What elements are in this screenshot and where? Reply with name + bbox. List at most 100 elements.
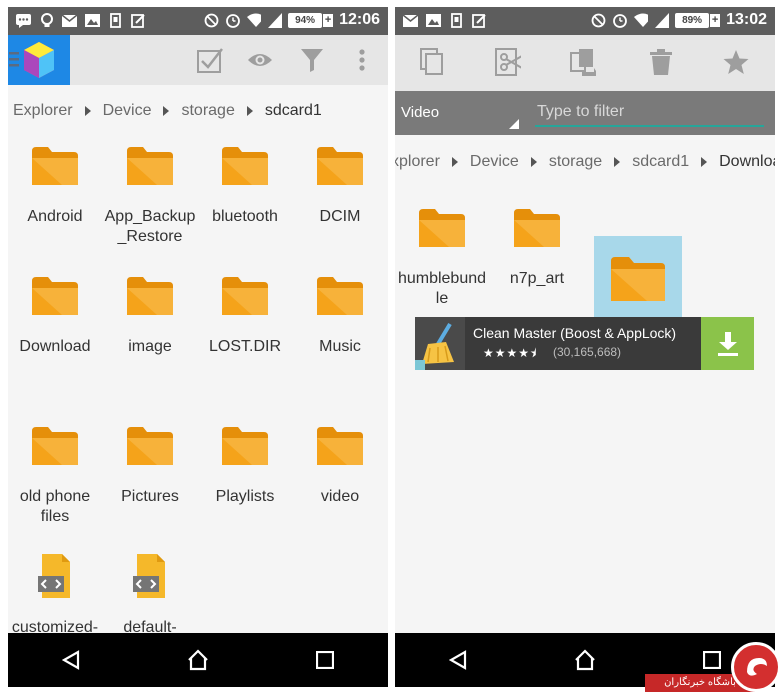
folder-item[interactable]: n7p_art xyxy=(490,209,584,287)
code-file-item[interactable]: default- xyxy=(103,554,197,636)
mail-icon xyxy=(62,13,77,28)
ad-rating-stars: ★★★★⯨ xyxy=(483,346,538,360)
home-button[interactable] xyxy=(555,633,615,687)
image-icon xyxy=(85,13,100,28)
back-button[interactable] xyxy=(41,633,101,687)
folder-item[interactable]: DCIM xyxy=(293,147,387,225)
sim-icon xyxy=(108,13,123,28)
image-icon xyxy=(426,13,441,28)
dragged-folder-item[interactable] xyxy=(591,257,685,301)
right-screen: 89% + 13:02 Video xplorer Device storage… xyxy=(395,7,775,687)
folder-label: video xyxy=(320,488,360,505)
eye-icon[interactable] xyxy=(247,47,273,73)
ad-rating-count: (30,165,668) xyxy=(553,345,622,359)
home-button[interactable] xyxy=(168,633,228,687)
copy-icon[interactable] xyxy=(419,48,445,75)
status-time: 12:06 xyxy=(339,11,380,28)
menu-icon[interactable] xyxy=(9,51,19,72)
wifi-icon xyxy=(633,13,649,28)
folder-item[interactable]: Playlists xyxy=(198,427,292,505)
watermark-emblem-icon xyxy=(731,642,781,692)
toolbar xyxy=(8,35,388,85)
folder-label: Download xyxy=(19,338,91,355)
filter-input[interactable] xyxy=(535,99,764,127)
edit-note-icon xyxy=(131,13,146,28)
type-dropdown[interactable]: Video xyxy=(401,91,521,135)
breadcrumb-device[interactable]: Device xyxy=(103,102,152,120)
ad-choices-icon[interactable] xyxy=(415,360,425,370)
mail-icon xyxy=(403,13,418,28)
selection-action-bar xyxy=(395,35,775,91)
breadcrumb-chevron-icon xyxy=(451,157,458,167)
ad-title: Clean Master (Boost & AppLock) xyxy=(473,325,677,341)
folder-label: Music xyxy=(319,338,361,355)
charging-icon: + xyxy=(323,13,334,27)
breadcrumb-sdcard1[interactable]: sdcard1 xyxy=(632,153,689,171)
breadcrumb: Explorer Device storage sdcard1 xyxy=(8,93,388,129)
sim-icon xyxy=(449,13,464,28)
folder-item[interactable]: image xyxy=(103,277,197,355)
overflow-menu-icon[interactable] xyxy=(349,47,375,73)
breadcrumb-storage[interactable]: storage xyxy=(549,153,602,171)
code-file-item[interactable]: customized- xyxy=(8,554,102,636)
battery-indicator: 89% xyxy=(675,12,710,28)
filter-bar: Video xyxy=(395,91,775,135)
breadcrumb-explorer[interactable]: Explorer xyxy=(13,102,73,120)
breadcrumb-download[interactable]: Download xyxy=(719,153,775,171)
star-icon[interactable] xyxy=(723,49,749,75)
folder-item[interactable]: bluetooth xyxy=(198,147,292,225)
dropdown-arrow-icon xyxy=(509,119,519,129)
ad-banner[interactable]: Clean Master (Boost & AppLock) ★★★★⯨ (30… xyxy=(415,317,754,370)
back-button[interactable] xyxy=(428,633,488,687)
folder-label: Android xyxy=(27,208,83,225)
folder-item[interactable]: video xyxy=(293,427,387,505)
move-icon[interactable] xyxy=(570,49,596,76)
folder-item[interactable]: Music xyxy=(293,277,387,355)
folder-label: Pictures xyxy=(121,488,179,505)
signal-icon xyxy=(654,12,669,28)
alarm-icon xyxy=(225,13,240,28)
chat-notification-icon xyxy=(16,13,31,28)
folder-label: App_Backup _Restore xyxy=(104,208,196,245)
folder-item[interactable]: Android xyxy=(8,147,102,225)
lightbulb-icon xyxy=(39,13,54,28)
breadcrumb-chevron-icon xyxy=(530,157,537,167)
folder-item[interactable]: LOST.DIR xyxy=(198,277,292,355)
breadcrumb-chevron-icon xyxy=(84,106,91,116)
breadcrumb: xplorer Device storage sdcard1 Download xyxy=(395,144,775,180)
alarm-icon xyxy=(612,13,627,28)
folder-label: n7p_art xyxy=(509,270,565,287)
status-time: 13:02 xyxy=(726,11,767,28)
folder-label: LOST.DIR xyxy=(208,338,281,355)
folder-item[interactable]: Pictures xyxy=(103,427,197,505)
do-not-disturb-icon xyxy=(591,13,606,28)
breadcrumb-device[interactable]: Device xyxy=(470,153,519,171)
trash-icon[interactable] xyxy=(648,49,674,75)
cut-icon[interactable] xyxy=(495,48,521,76)
breadcrumb-chevron-icon xyxy=(246,106,253,116)
breadcrumb-sdcard1[interactable]: sdcard1 xyxy=(265,102,322,120)
folder-label: image xyxy=(128,338,172,355)
watermark-logo: باشگاه خبرنگاران xyxy=(645,638,782,694)
folder-item[interactable]: App_Backup _Restore xyxy=(103,147,197,245)
download-button[interactable] xyxy=(701,317,754,370)
download-icon xyxy=(717,331,738,356)
breadcrumb-explorer[interactable]: xplorer xyxy=(395,153,440,171)
breadcrumb-chevron-icon xyxy=(163,106,170,116)
folder-item[interactable]: old phone files xyxy=(8,427,102,525)
breadcrumb-chevron-icon xyxy=(701,157,708,167)
folder-label: Playlists xyxy=(215,488,275,505)
edit-note-icon xyxy=(472,13,487,28)
folder-label: DCIM xyxy=(319,208,361,225)
navigation-bar xyxy=(8,633,388,687)
breadcrumb-storage[interactable]: storage xyxy=(181,102,234,120)
folder-item[interactable]: humblebund le xyxy=(395,209,489,307)
checkbox-select-icon[interactable] xyxy=(197,47,223,73)
signal-icon xyxy=(267,12,282,28)
folder-item[interactable]: Download xyxy=(8,277,102,355)
recents-button[interactable] xyxy=(295,633,355,687)
status-bar: 94% + 12:06 xyxy=(8,7,388,35)
left-screen: 94% + 12:06 Explorer Device storage sdca… xyxy=(8,7,388,687)
breadcrumb-chevron-icon xyxy=(614,157,621,167)
filter-funnel-icon[interactable] xyxy=(299,47,325,73)
